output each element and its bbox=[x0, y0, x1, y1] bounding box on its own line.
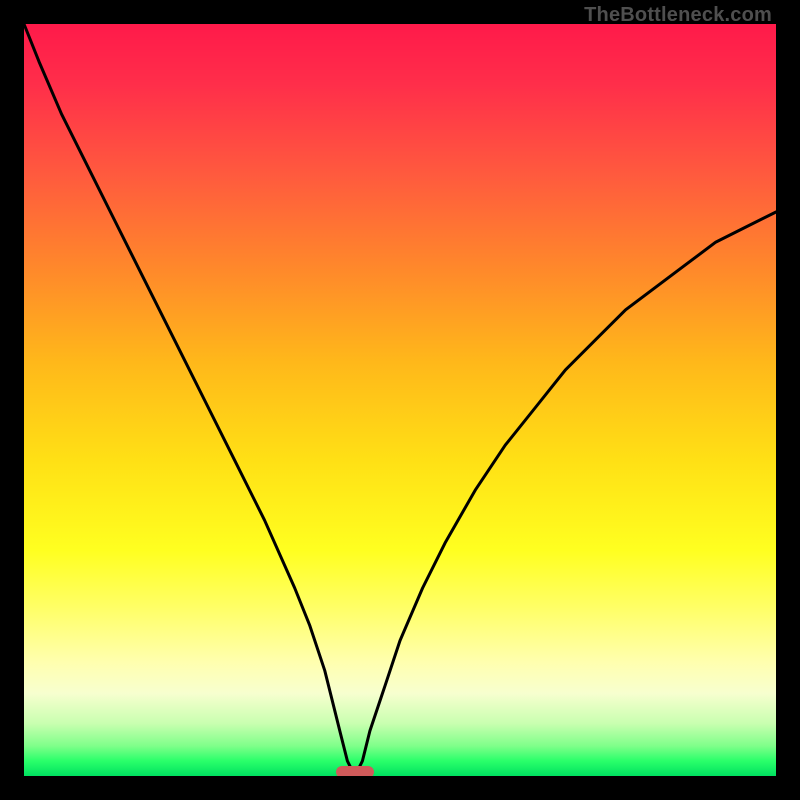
chart-frame bbox=[0, 0, 800, 800]
attribution-text: TheBottleneck.com bbox=[584, 4, 772, 27]
